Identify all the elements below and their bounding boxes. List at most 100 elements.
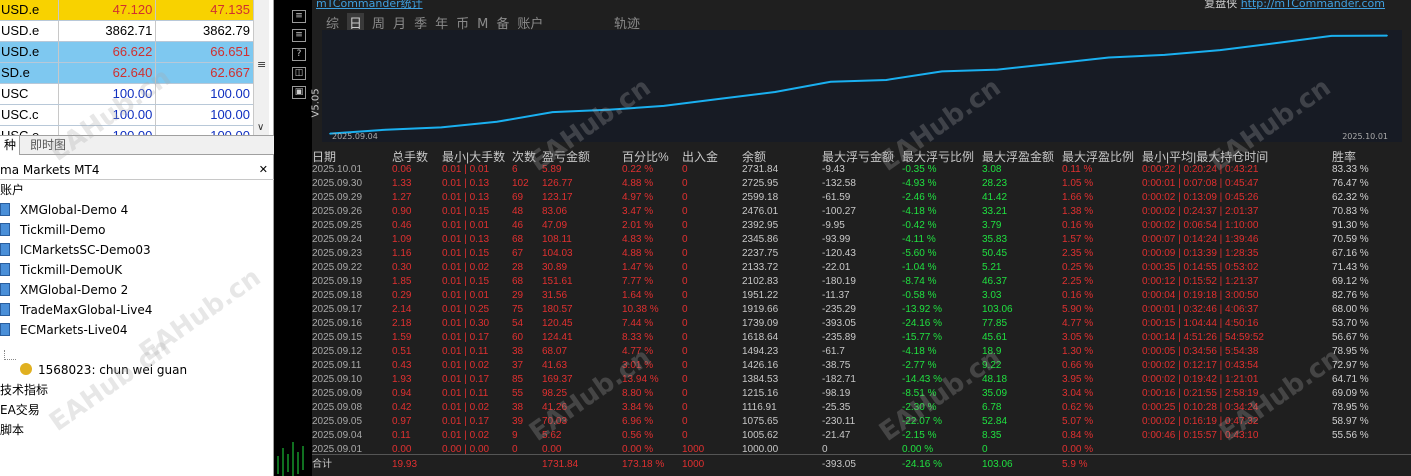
table-cell: 1.47 %: [622, 262, 654, 273]
table-cell: -2.46 %: [902, 192, 937, 203]
table-row[interactable]: 2025.09.04 0.11 0.01 | 0.02 9 5.62 0.56 % 0 100…: [312, 429, 1411, 442]
table-cell: 0.62 %: [1062, 402, 1094, 413]
table-cell: 124.41: [542, 332, 573, 343]
table-row[interactable]: 2025.09.26 0.90 0.01 | 0.15 48 83.06 3.47 % 0 2…: [312, 205, 1411, 218]
table-cell: 0.01 | 0.02: [442, 430, 490, 441]
close-icon[interactable]: ✕: [259, 160, 268, 180]
table-cell: 77.85: [982, 318, 1008, 329]
market-row[interactable]: USC 100.00 100.00: [0, 84, 253, 105]
table-cell: 0: [682, 206, 688, 217]
account-label: XMGlobal-Demo 2: [20, 283, 129, 297]
table-cell: 0:00:02 | 0:19:42 | 1:21:01: [1142, 374, 1259, 385]
expert-advisors-folder[interactable]: EA交易: [0, 400, 40, 420]
expand-icon[interactable]: ▣: [292, 86, 306, 99]
table-cell: 56.67 %: [1332, 332, 1369, 343]
scripts-folder[interactable]: 脚本: [0, 420, 24, 440]
table-cell: 2025.09.26: [312, 206, 363, 217]
table-cell: 0:00:01 | 0:32:46 | 4:06:37: [1142, 304, 1259, 315]
list-icon[interactable]: ≡: [292, 29, 306, 42]
table-cell: 0.01 | 0.15: [442, 276, 490, 287]
table-cell: 1.59: [392, 332, 412, 343]
table-cell: 29: [512, 290, 524, 301]
market-watch-scrollbar[interactable]: ≡ ∨: [253, 0, 269, 135]
account-item[interactable]: XMGlobal-Demo 2: [0, 280, 128, 300]
shrink-icon[interactable]: ◫: [292, 67, 306, 80]
table-cell: 2025.09.22: [312, 262, 363, 273]
help-icon[interactable]: ?: [292, 48, 306, 61]
account-item[interactable]: TradeMaxGlobal-Live4: [0, 300, 152, 320]
table-cell: 5.07 %: [1062, 416, 1094, 427]
table-cell: 2025.09.08: [312, 402, 363, 413]
market-row[interactable]: USD.e 3862.71 3862.79: [0, 21, 253, 42]
brand-link[interactable]: http://mTCommander.com: [1241, 0, 1385, 10]
market-watch: USD.e 47.120 47.135 USD.e 3862.71 3862.79 USD.…: [0, 0, 253, 147]
table-cell: 83.06: [542, 206, 568, 217]
navigator: ma Markets MT4 ✕ 账户 XMGlobal-Demo 4 Tickm…: [0, 160, 274, 476]
table-cell: 1.05 %: [1062, 178, 1094, 189]
table-cell: 0: [682, 346, 688, 357]
table-cell: 0.94: [392, 388, 412, 399]
table-row[interactable]: 2025.09.12 0.51 0.01 | 0.11 38 68.07 4.77 % 0 1…: [312, 345, 1411, 358]
panel-title[interactable]: mTCommander统计: [316, 0, 423, 11]
account-user[interactable]: 1568023: chun wei guan: [4, 350, 187, 380]
table-row[interactable]: 2025.09.09 0.94 0.01 | 0.11 55 98.25 8.80 % 0 1…: [312, 387, 1411, 400]
table-row[interactable]: 2025.09.16 2.18 0.01 | 0.30 54 120.45 7.44 % 0…: [312, 317, 1411, 330]
account-item[interactable]: ECMarkets-Live04: [0, 320, 128, 340]
table-row[interactable]: 2025.09.15 1.59 0.01 | 0.17 60 124.41 8.33 % 0…: [312, 331, 1411, 344]
equity-point: [607, 108, 609, 111]
market-row[interactable]: USC.c 100.00 100.00: [0, 105, 253, 126]
market-symbol: SD.e: [1, 65, 30, 80]
table-row[interactable]: 2025.09.08 0.42 0.01 | 0.02 38 41.26 3.84 % 0 1…: [312, 401, 1411, 414]
table-cell: 60: [512, 332, 524, 343]
table-cell: -4.93 %: [902, 178, 937, 189]
table-cell: 28: [512, 262, 524, 273]
table-cell: 4.83 %: [622, 234, 654, 245]
table-cell: 53.70 %: [1332, 318, 1369, 329]
tab-symbols[interactable]: 种: [0, 136, 20, 155]
table-row[interactable]: 2025.09.10 1.93 0.01 | 0.17 85 169.37 13.94 %…: [312, 373, 1411, 386]
table-row[interactable]: 2025.09.30 1.33 0.01 | 0.13 102 126.77 4.88 %…: [312, 177, 1411, 190]
table-row[interactable]: 2025.09.25 0.46 0.01 | 0.01 46 47.09 2.01 % 0 2…: [312, 219, 1411, 232]
table-cell: 103.06: [982, 304, 1013, 315]
market-row[interactable]: SD.e 62.640 62.667: [0, 63, 253, 84]
table-row[interactable]: 2025.09.23 1.16 0.01 | 0.15 67 104.03 4.88 % 0…: [312, 247, 1411, 260]
table-row[interactable]: 2025.09.19 1.85 0.01 | 0.15 68 151.61 7.77 % 0…: [312, 275, 1411, 288]
total-divider: [312, 454, 1411, 455]
account-item[interactable]: Tickmill-DemoUK: [0, 260, 122, 280]
table-row[interactable]: 2025.09.18 0.29 0.01 | 0.01 29 31.56 1.64 % 0 1…: [312, 289, 1411, 302]
indicators-folder[interactable]: 技术指标: [0, 380, 48, 400]
menu-icon[interactable]: ≡: [292, 10, 306, 23]
account-item[interactable]: ICMarketsSC-Demo03: [0, 240, 151, 260]
table-cell: -0.42 %: [902, 220, 937, 231]
scroll-grip-icon[interactable]: ≡: [257, 58, 266, 71]
table-row[interactable]: 2025.09.29 1.27 0.01 | 0.13 69 123.17 4.97 % 0…: [312, 191, 1411, 204]
table-cell: 2.14: [392, 304, 412, 315]
account-item[interactable]: Tickmill-Demo: [0, 220, 106, 240]
table-row[interactable]: 2025.09.24 1.09 0.01 | 0.13 68 108.11 4.83 % 0…: [312, 233, 1411, 246]
tab-tick-chart[interactable]: 即时图: [26, 136, 70, 155]
table-cell: 2025.09.17: [312, 304, 363, 315]
table-cell: -1.04 %: [902, 262, 937, 273]
table-cell: 91.30 %: [1332, 220, 1369, 231]
table-row[interactable]: 2025.09.17 2.14 0.01 | 0.25 75 180.57 10.38 %…: [312, 303, 1411, 316]
table-cell: -235.29: [822, 304, 856, 315]
total-cell: 19.93: [392, 459, 418, 470]
tree-connector: [4, 350, 16, 360]
account-item[interactable]: XMGlobal-Demo 4: [0, 200, 128, 220]
table-row[interactable]: 2025.09.11 0.43 0.01 | 0.02 37 41.63 3.01 % 0 1…: [312, 359, 1411, 372]
table-cell: 0.01 | 0.11: [442, 388, 489, 399]
table-cell: 5.62: [542, 430, 562, 441]
equity-line: [329, 34, 1388, 135]
table-row[interactable]: 2025.09.22 0.30 0.01 | 0.02 28 30.89 1.47 % 0 2…: [312, 261, 1411, 274]
table-cell: 0.90: [392, 206, 412, 217]
market-row[interactable]: USD.e 47.120 47.135: [0, 0, 253, 21]
table-row[interactable]: 2025.09.05 0.97 0.01 | 0.17 39 70.03 6.96 % 0 1…: [312, 415, 1411, 428]
table-cell: 47.09: [542, 220, 568, 231]
table-cell: 69: [512, 192, 524, 203]
chart-toolbar: ≡ ≡ ? ◫ ▣: [292, 10, 308, 105]
table-cell: 1739.09: [742, 318, 779, 329]
chevron-down-icon[interactable]: ∨: [257, 122, 264, 133]
table-row[interactable]: 2025.10.01 0.06 0.01 | 0.01 6 5.89 0.22 % 0 273…: [312, 163, 1411, 176]
accounts-folder[interactable]: 账户: [0, 180, 24, 200]
market-row[interactable]: USD.e 66.622 66.651: [0, 42, 253, 63]
